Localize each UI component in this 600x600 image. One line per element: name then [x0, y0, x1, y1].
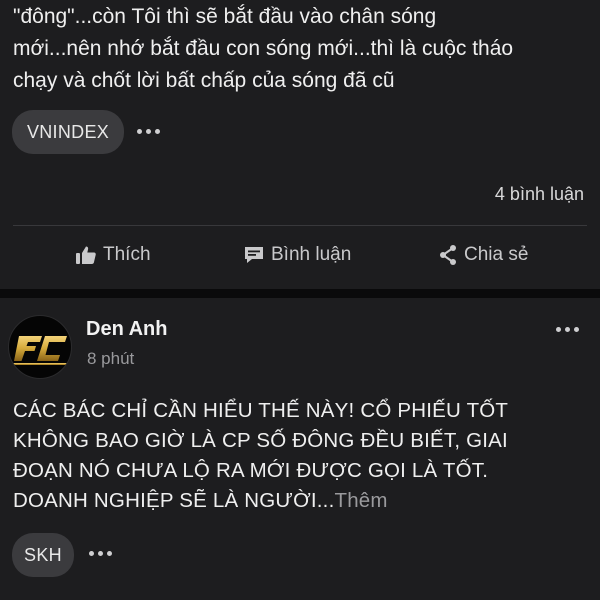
post-text-line-last: DOANH NGHIỆP SẼ LÀ NGƯỜI...Thêm: [13, 486, 508, 516]
comment-count[interactable]: 4 bình luận: [495, 184, 584, 205]
tag-vnindex[interactable]: VNINDEX: [12, 110, 124, 154]
comment-label: Bình luận: [271, 244, 352, 265]
fc-gold-logo-icon: [11, 336, 68, 365]
post-text-line: ĐOẠN NÓ CHƯA LỘ RA MỚI ĐƯỢC GỌI LÀ TỐT.: [13, 459, 489, 482]
post-text-line: mới...nên nhớ bắt đầu con sóng mới...thì…: [13, 37, 514, 60]
see-more-link[interactable]: Thêm: [334, 489, 387, 512]
share-label: Chia sẻ: [464, 244, 529, 265]
avatar[interactable]: [8, 315, 72, 379]
tag-more-icon[interactable]: [137, 129, 160, 134]
post-text-line: chạy và chốt lời bất chấp của sóng đã cũ: [13, 69, 395, 92]
post-time: 8 phút: [87, 349, 135, 368]
comment-icon: [245, 247, 263, 263]
post-separator: [0, 289, 600, 298]
post-text-line: CÁC BÁC CHỈ CẦN HIỂU THẾ NÀY! CỔ PHIẾU T…: [13, 399, 509, 422]
tag-skh[interactable]: SKH: [12, 533, 74, 577]
author-name[interactable]: Den Anh: [86, 318, 167, 341]
share-icon: [440, 245, 456, 265]
post-text-line: "đông"...còn Tôi thì sẽ bắt đầu vào chân…: [13, 5, 437, 28]
thumbs-up-icon: [76, 246, 96, 264]
post-text[interactable]: "đông"...còn Tôi thì sẽ bắt đầu vào chân…: [13, 4, 513, 96]
divider: [13, 225, 587, 226]
post-text-truncated: DOANH NGHIỆP SẼ LÀ NGƯỜI...: [13, 489, 335, 512]
share-button[interactable]: Chia sẻ: [438, 240, 528, 270]
post-text-line: KHÔNG BAO GIỜ LÀ CP SỐ ĐÔNG ĐỀU BIẾT, GI…: [13, 429, 508, 452]
post-card-1: "đông"...còn Tôi thì sẽ bắt đầu vào chân…: [0, 0, 600, 289]
post-menu-icon[interactable]: [556, 327, 579, 332]
like-label: Thích: [103, 244, 151, 265]
like-button[interactable]: Thích: [75, 240, 151, 270]
post-text[interactable]: CÁC BÁC CHỈ CẦN HIỂU THẾ NÀY! CỔ PHIẾU T…: [13, 396, 508, 516]
comment-button[interactable]: Bình luận: [243, 240, 351, 270]
tag-more-icon[interactable]: [89, 551, 112, 556]
